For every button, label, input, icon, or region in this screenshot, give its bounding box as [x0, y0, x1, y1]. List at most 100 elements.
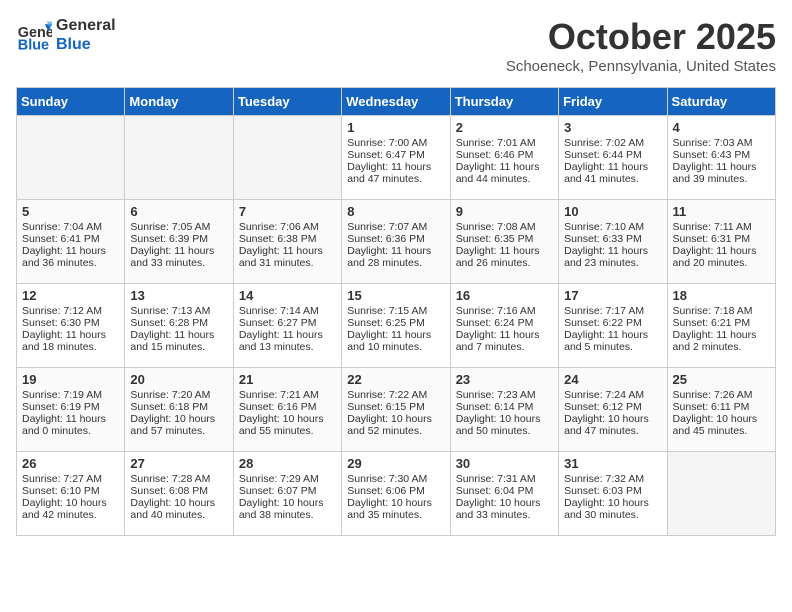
day-info: Sunrise: 7:22 AMSunset: 6:15 PMDaylight:…: [347, 389, 432, 437]
day-info: Sunrise: 7:07 AMSunset: 6:36 PMDaylight:…: [347, 221, 431, 269]
logo-blue: Blue: [56, 35, 116, 54]
calendar-cell: 2 Sunrise: 7:01 AMSunset: 6:46 PMDaylight…: [450, 116, 558, 200]
day-number: 11: [673, 204, 770, 219]
day-number: 22: [347, 372, 444, 387]
day-number: 16: [456, 288, 553, 303]
calendar-cell: 31 Sunrise: 7:32 AMSunset: 6:03 PMDayligh…: [559, 452, 667, 536]
calendar-table: SundayMondayTuesdayWednesdayThursdayFrid…: [16, 87, 776, 536]
day-number: 30: [456, 456, 553, 471]
day-info: Sunrise: 7:31 AMSunset: 6:04 PMDaylight:…: [456, 473, 541, 521]
calendar-cell: 24 Sunrise: 7:24 AMSunset: 6:12 PMDayligh…: [559, 368, 667, 452]
col-header-tuesday: Tuesday: [233, 88, 341, 116]
day-number: 2: [456, 120, 553, 135]
calendar-cell: 29 Sunrise: 7:30 AMSunset: 6:06 PMDayligh…: [342, 452, 450, 536]
day-info: Sunrise: 7:24 AMSunset: 6:12 PMDaylight:…: [564, 389, 649, 437]
calendar-cell: 14 Sunrise: 7:14 AMSunset: 6:27 PMDayligh…: [233, 284, 341, 368]
calendar-cell: 7 Sunrise: 7:06 AMSunset: 6:38 PMDaylight…: [233, 200, 341, 284]
calendar-cell: 3 Sunrise: 7:02 AMSunset: 6:44 PMDaylight…: [559, 116, 667, 200]
day-number: 27: [130, 456, 227, 471]
day-number: 6: [130, 204, 227, 219]
calendar-cell: 25Sunrise: 7:26 AMSunset: 6:11 PMDayligh…: [667, 368, 775, 452]
calendar-cell: [17, 116, 125, 200]
day-info: Sunrise: 7:10 AMSunset: 6:33 PMDaylight:…: [564, 221, 648, 269]
title-block: October 2025 Schoeneck, Pennsylvania, Un…: [506, 16, 776, 75]
day-number: 1: [347, 120, 444, 135]
day-number: 14: [239, 288, 336, 303]
logo-general: General: [56, 16, 116, 35]
calendar-cell: 30 Sunrise: 7:31 AMSunset: 6:04 PMDayligh…: [450, 452, 558, 536]
calendar-cell: 4Sunrise: 7:03 AMSunset: 6:43 PMDaylight…: [667, 116, 775, 200]
day-info: Sunrise: 7:04 AMSunset: 6:41 PMDaylight:…: [22, 221, 106, 269]
day-headers-row: SundayMondayTuesdayWednesdayThursdayFrid…: [17, 88, 776, 116]
day-info: Sunrise: 7:06 AMSunset: 6:38 PMDaylight:…: [239, 221, 323, 269]
day-info: Sunrise: 7:13 AMSunset: 6:28 PMDaylight:…: [130, 305, 214, 353]
day-info: Sunrise: 7:18 AMSunset: 6:21 PMDaylight:…: [673, 305, 757, 353]
week-row-3: 12 Sunrise: 7:12 AMSunset: 6:30 PMDayligh…: [17, 284, 776, 368]
col-header-friday: Friday: [559, 88, 667, 116]
logo-icon: General Blue: [16, 17, 52, 53]
col-header-monday: Monday: [125, 88, 233, 116]
calendar-cell: 19Sunrise: 7:19 AMSunset: 6:19 PMDayligh…: [17, 368, 125, 452]
calendar-cell: 10Sunrise: 7:10 AMSunset: 6:33 PMDayligh…: [559, 200, 667, 284]
day-number: 28: [239, 456, 336, 471]
day-info: Sunrise: 7:00 AMSunset: 6:47 PMDaylight:…: [347, 137, 431, 185]
calendar-cell: 1 Sunrise: 7:00 AMSunset: 6:47 PMDaylight…: [342, 116, 450, 200]
day-info: Sunrise: 7:28 AMSunset: 6:08 PMDaylight:…: [130, 473, 215, 521]
day-info: Sunrise: 7:03 AMSunset: 6:43 PMDaylight:…: [673, 137, 757, 185]
calendar-cell: 22 Sunrise: 7:22 AMSunset: 6:15 PMDayligh…: [342, 368, 450, 452]
day-info: Sunrise: 7:26 AMSunset: 6:11 PMDaylight:…: [673, 389, 758, 437]
calendar-cell: 9 Sunrise: 7:08 AMSunset: 6:35 PMDaylight…: [450, 200, 558, 284]
week-row-1: 1 Sunrise: 7:00 AMSunset: 6:47 PMDaylight…: [17, 116, 776, 200]
day-info: Sunrise: 7:14 AMSunset: 6:27 PMDaylight:…: [239, 305, 323, 353]
day-number: 23: [456, 372, 553, 387]
day-number: 12: [22, 288, 119, 303]
day-number: 3: [564, 120, 661, 135]
calendar-cell: 11Sunrise: 7:11 AMSunset: 6:31 PMDayligh…: [667, 200, 775, 284]
day-number: 13: [130, 288, 227, 303]
day-info: Sunrise: 7:01 AMSunset: 6:46 PMDaylight:…: [456, 137, 540, 185]
calendar-cell: 27 Sunrise: 7:28 AMSunset: 6:08 PMDayligh…: [125, 452, 233, 536]
page-header: General Blue General Blue October 2025 S…: [16, 16, 776, 75]
col-header-saturday: Saturday: [667, 88, 775, 116]
day-info: Sunrise: 7:16 AMSunset: 6:24 PMDaylight:…: [456, 305, 540, 353]
calendar-cell: [233, 116, 341, 200]
day-number: 20: [130, 372, 227, 387]
calendar-cell: 13 Sunrise: 7:13 AMSunset: 6:28 PMDayligh…: [125, 284, 233, 368]
day-number: 5: [22, 204, 119, 219]
day-info: Sunrise: 7:30 AMSunset: 6:06 PMDaylight:…: [347, 473, 432, 521]
day-info: Sunrise: 7:12 AMSunset: 6:30 PMDaylight:…: [22, 305, 106, 353]
day-number: 26: [22, 456, 119, 471]
day-number: 7: [239, 204, 336, 219]
day-info: Sunrise: 7:23 AMSunset: 6:14 PMDaylight:…: [456, 389, 541, 437]
calendar-cell: [125, 116, 233, 200]
week-row-2: 5 Sunrise: 7:04 AMSunset: 6:41 PMDaylight…: [17, 200, 776, 284]
day-number: 8: [347, 204, 444, 219]
day-number: 15: [347, 288, 444, 303]
day-info: Sunrise: 7:17 AMSunset: 6:22 PMDaylight:…: [564, 305, 648, 353]
day-info: Sunrise: 7:21 AMSunset: 6:16 PMDaylight:…: [239, 389, 324, 437]
day-info: Sunrise: 7:08 AMSunset: 6:35 PMDaylight:…: [456, 221, 540, 269]
day-info: Sunrise: 7:02 AMSunset: 6:44 PMDaylight:…: [564, 137, 648, 185]
day-number: 29: [347, 456, 444, 471]
day-info: Sunrise: 7:20 AMSunset: 6:18 PMDaylight:…: [130, 389, 215, 437]
calendar-cell: 26Sunrise: 7:27 AMSunset: 6:10 PMDayligh…: [17, 452, 125, 536]
day-number: 9: [456, 204, 553, 219]
svg-text:Blue: Blue: [18, 38, 49, 54]
calendar-cell: 5 Sunrise: 7:04 AMSunset: 6:41 PMDaylight…: [17, 200, 125, 284]
day-number: 24: [564, 372, 661, 387]
day-number: 21: [239, 372, 336, 387]
day-info: Sunrise: 7:19 AMSunset: 6:19 PMDaylight:…: [22, 389, 106, 437]
day-number: 17: [564, 288, 661, 303]
calendar-cell: 8 Sunrise: 7:07 AMSunset: 6:36 PMDaylight…: [342, 200, 450, 284]
calendar-cell: 18Sunrise: 7:18 AMSunset: 6:21 PMDayligh…: [667, 284, 775, 368]
col-header-wednesday: Wednesday: [342, 88, 450, 116]
day-number: 31: [564, 456, 661, 471]
col-header-sunday: Sunday: [17, 88, 125, 116]
week-row-5: 26Sunrise: 7:27 AMSunset: 6:10 PMDayligh…: [17, 452, 776, 536]
location: Schoeneck, Pennsylvania, United States: [506, 58, 776, 75]
day-info: Sunrise: 7:05 AMSunset: 6:39 PMDaylight:…: [130, 221, 214, 269]
calendar-cell: 15Sunrise: 7:15 AMSunset: 6:25 PMDayligh…: [342, 284, 450, 368]
calendar-cell: 28Sunrise: 7:29 AMSunset: 6:07 PMDayligh…: [233, 452, 341, 536]
day-info: Sunrise: 7:32 AMSunset: 6:03 PMDaylight:…: [564, 473, 649, 521]
calendar-cell: 17 Sunrise: 7:17 AMSunset: 6:22 PMDayligh…: [559, 284, 667, 368]
